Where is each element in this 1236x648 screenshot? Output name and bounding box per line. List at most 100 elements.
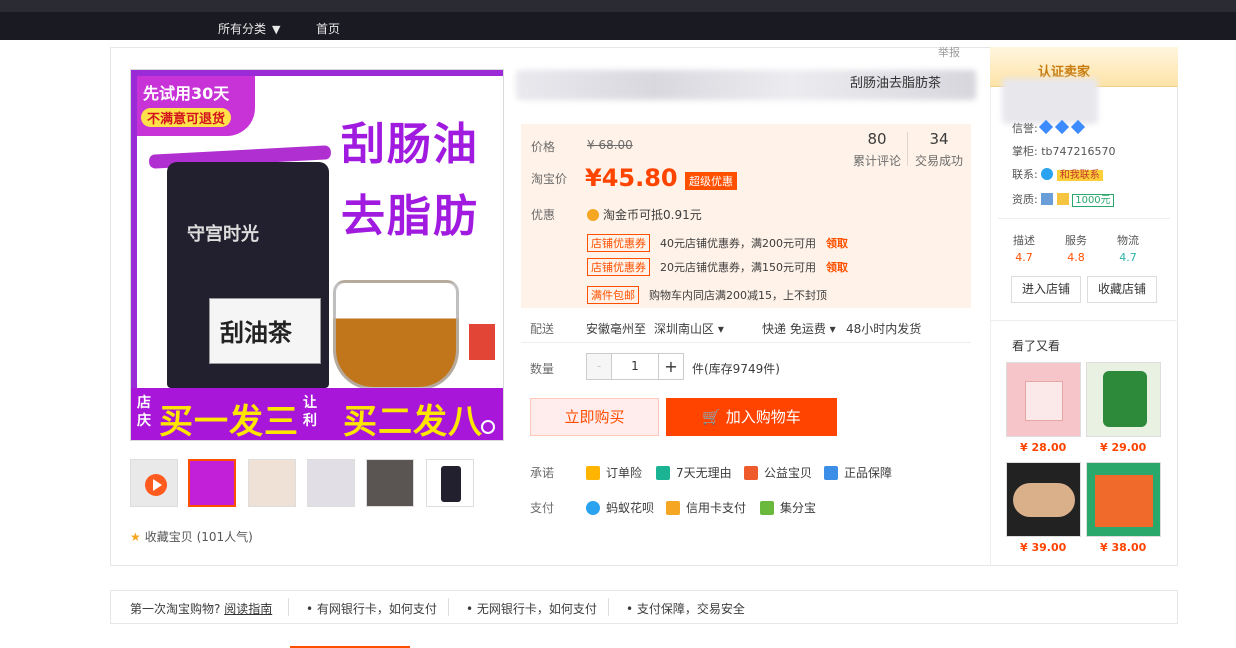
ship-to-selector[interactable]: 深圳南山区 ▾ — [654, 320, 724, 337]
recommended-item-2[interactable] — [1086, 362, 1161, 437]
teapot — [333, 280, 459, 390]
shop-contact: 联系: 和我联系 — [1012, 166, 1103, 182]
recommended-item-3[interactable] — [1006, 462, 1081, 537]
payment-huabei[interactable]: 蚂蚁花呗 — [586, 499, 654, 516]
tea-tag — [469, 324, 495, 360]
promo-price: ¥45.80 — [585, 164, 678, 192]
deposit-badge: 1000元 — [1072, 194, 1114, 207]
coupon-get-button[interactable]: 领取 — [826, 237, 848, 250]
promise-charity[interactable]: 公益宝贝 — [744, 464, 812, 481]
account-value[interactable]: tb747216570 — [1041, 145, 1115, 158]
payment-text: 集分宝 — [780, 501, 817, 515]
coupon-get-button[interactable]: 领取 — [826, 261, 848, 274]
all-categories-menu[interactable]: 所有分类 ▼ — [218, 20, 280, 37]
stat-sales: 34 交易成功 — [911, 130, 967, 169]
payment-jifenbao[interactable]: 集分宝 — [760, 499, 816, 516]
rating-description: 描述 4.7 — [1004, 232, 1044, 264]
help-item-2[interactable]: • 无网银行卡，如何支付 — [466, 600, 597, 617]
favorite-item[interactable]: ★ 收藏宝贝 (101人气) — [130, 528, 253, 545]
quantity-label: 数量 — [530, 362, 555, 376]
home-link[interactable]: 首页 — [316, 20, 340, 37]
rating-label: 服务 — [1065, 234, 1087, 247]
promise-7day[interactable]: 7天无理由 — [656, 464, 732, 481]
thumbnail-3[interactable] — [307, 459, 355, 507]
shop-qualification: 资质: 1000元 — [1012, 191, 1114, 207]
huabei-icon — [586, 501, 600, 515]
payment-credit-card[interactable]: 信用卡支付 — [666, 499, 746, 516]
first-time-text: 第一次淘宝购物? 阅读指南 — [130, 600, 272, 617]
recommended-item-4[interactable] — [1086, 462, 1161, 537]
promise-text: 正品保障 — [844, 466, 893, 480]
guide-link[interactable]: 阅读指南 — [224, 602, 272, 616]
buy-now-button[interactable]: 立即购买 — [530, 398, 659, 436]
quantity-increase-button[interactable]: + — [658, 353, 684, 380]
enter-shop-button[interactable]: 进入店铺 — [1011, 276, 1081, 303]
promise-insurance[interactable]: 订单险 — [586, 464, 642, 481]
original-price: ¥ 68.00 — [587, 138, 633, 152]
medal-icon — [1056, 193, 1069, 205]
chevron-down-icon: ▾ — [829, 322, 836, 336]
bag-label-text: 刮油茶 — [220, 319, 292, 347]
recommended-item-1[interactable] — [1006, 362, 1081, 437]
divider — [288, 598, 289, 616]
shipping-label: 配送 — [530, 322, 555, 336]
reviews-count: 80 — [867, 130, 887, 148]
divider — [990, 320, 1178, 321]
bag-label: 刮油茶 — [209, 298, 321, 364]
coupon-text: 40元店铺优惠券，满200元可用 — [660, 237, 816, 250]
help-item-1[interactable]: • 有网银行卡，如何支付 — [306, 600, 437, 617]
banner-offer-1: 买一发三 — [159, 402, 299, 441]
contact-button[interactable]: 和我联系 — [1056, 170, 1103, 181]
stat-reviews[interactable]: 80 累计评论 — [849, 130, 905, 169]
report-link[interactable]: 举报 — [938, 44, 960, 60]
shield-icon — [586, 466, 600, 480]
shipping-method-selector[interactable]: 快递 免运费 ▾ — [762, 320, 836, 337]
zoom-icon[interactable] — [481, 420, 495, 434]
promise-text: 公益宝贝 — [764, 466, 813, 480]
jifenbao-icon — [760, 501, 774, 515]
promise-text: 7天无理由 — [676, 466, 732, 480]
help-item-text: 有网银行卡，如何支付 — [316, 602, 437, 616]
thumbnail-video[interactable] — [130, 459, 178, 507]
chevron-down-icon: ▼ — [272, 23, 281, 36]
rating-value: 4.7 — [1119, 251, 1137, 264]
coupon-tag: 店铺优惠券 — [587, 258, 650, 276]
promo-banner: 店庆 买一发三 让利 买二发八 — [131, 388, 503, 441]
qual-label: 资质: — [1012, 193, 1038, 206]
license-icon — [1041, 193, 1054, 205]
rating-logistics: 物流 4.7 — [1108, 232, 1148, 264]
coin-icon — [587, 209, 599, 221]
contact-label: 联系: — [1012, 168, 1038, 181]
star-icon: ★ — [130, 530, 141, 544]
add-to-cart-button[interactable]: 🛒 加入购物车 — [666, 398, 837, 436]
coupon-row-1: 店铺优惠券 40元店铺优惠券，满200元可用 领取 — [587, 234, 848, 252]
quantity-input[interactable]: 1 — [611, 353, 659, 380]
payment-label: 支付 — [530, 501, 555, 515]
heart-icon — [744, 466, 758, 480]
offers-label: 优惠 — [531, 208, 556, 222]
thumbnail-1[interactable] — [188, 459, 236, 507]
favorite-shop-button[interactable]: 收藏店铺 — [1087, 276, 1157, 303]
ship-from: 安徽亳州至 — [586, 322, 647, 336]
quantity-decrease-button[interactable]: - — [586, 353, 612, 380]
promise-text: 订单险 — [606, 466, 643, 480]
freight-tag: 满件包邮 — [587, 286, 639, 304]
dispatch-time: 48小时内发货 — [846, 322, 922, 336]
promise-genuine[interactable]: 正品保障 — [824, 464, 892, 481]
thumbnail-4[interactable] — [366, 459, 414, 507]
rating-value: 4.7 — [1015, 251, 1033, 264]
product-main-image[interactable]: 先试用30天 不满意可退货 刮肠油 去脂肪 守宫时光 刮油茶 店庆 买一发三 让… — [130, 69, 504, 441]
promo-price-label: 淘宝价 — [531, 172, 568, 186]
promo-badge: 超级优惠 — [685, 172, 737, 190]
account-label: 掌柜: — [1012, 145, 1038, 158]
thumbnail-5[interactable] — [426, 459, 474, 507]
looked-again-title: 看了又看 — [1012, 339, 1061, 353]
credit-card-icon — [666, 501, 680, 515]
coin-offer: 淘金币可抵0.91元 — [587, 206, 702, 223]
rating-service: 服务 4.8 — [1056, 232, 1096, 264]
shop-name-blurred — [1002, 78, 1098, 124]
ship-to-text: 深圳南山区 — [654, 322, 715, 336]
thumbnail-2[interactable] — [248, 459, 296, 507]
banner-left: 店庆 — [137, 395, 151, 429]
help-item-3[interactable]: • 支付保障，交易安全 — [626, 600, 745, 617]
